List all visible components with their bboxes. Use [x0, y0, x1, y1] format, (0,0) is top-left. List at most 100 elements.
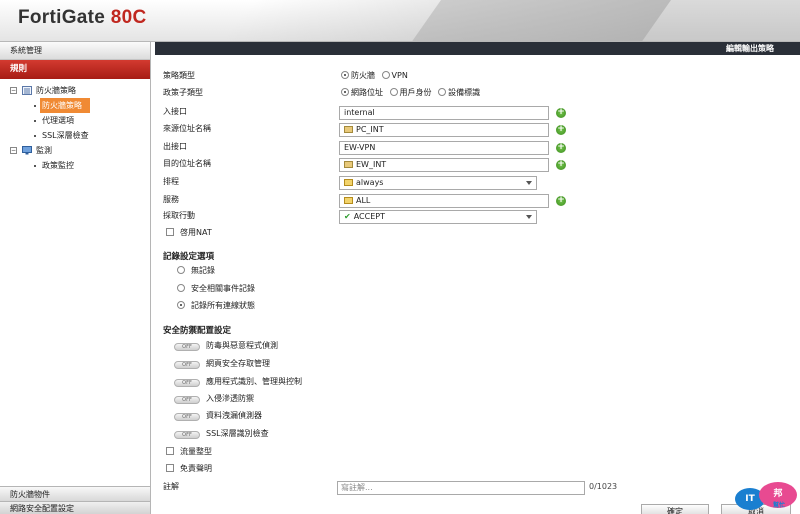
tree-branch-dot [34, 105, 36, 107]
policy-subtype-label: 政策子類型 [163, 88, 203, 97]
tree-ssl-inspection[interactable]: SSL深層檢查 [0, 128, 150, 143]
radio-label: 設備標識 [448, 88, 481, 97]
policy-type-radios: 防火牆 VPN [341, 69, 408, 83]
sidebar-section-policy[interactable]: 規則 [0, 60, 150, 79]
tree-label: 政策監控 [42, 161, 74, 170]
security-label: 網頁安全存取管理 [206, 359, 270, 368]
header-decoration-2 [377, 0, 800, 41]
address-object-icon [344, 126, 353, 133]
tree-branch-dot [34, 120, 36, 122]
appcontrol-toggle[interactable]: OFF [174, 379, 200, 387]
traffic-shaping-checkbox[interactable] [166, 447, 174, 455]
sidebar-tree: − 防火牆策略 防火牆策略 代理選項 SSL深層檢查 − 監測 政策監控 [0, 79, 150, 483]
security-label: 防毒與惡意程式偵測 [206, 341, 278, 350]
brand-name: FortiGate [18, 7, 106, 28]
logging-security-radio[interactable] [177, 284, 185, 292]
nat-label: 啓用NAT [180, 228, 212, 237]
field-value: internal [344, 108, 375, 117]
tree-label: 防火牆策略 [40, 98, 90, 113]
sidebar-section-security-profiles[interactable]: 網路安全配置設定 [0, 501, 150, 514]
security-row-antivirus: OFF 防毒與惡意程式偵測 [174, 339, 278, 353]
tree-branch-dot [34, 165, 36, 167]
incoming-interface-field[interactable]: internal [339, 106, 549, 120]
action-select[interactable]: ✔ ACCEPT [339, 210, 537, 224]
address-object-icon [344, 161, 353, 168]
app-header: FortiGate 80C [0, 0, 800, 42]
security-row-webfilter: OFF 網頁安全存取管理 [174, 357, 270, 371]
add-source-address-icon[interactable]: + [556, 125, 566, 135]
ips-toggle[interactable]: OFF [174, 396, 200, 404]
subtype-device-radio[interactable] [438, 88, 447, 96]
antivirus-toggle[interactable]: OFF [174, 343, 200, 351]
ssl-inspection-toggle[interactable]: OFF [174, 431, 200, 439]
action-label: 採取行動 [163, 211, 195, 220]
subtype-address-radio[interactable] [341, 88, 349, 96]
webfilter-toggle[interactable]: OFF [174, 361, 200, 369]
destination-address-field[interactable]: EW_INT [339, 158, 549, 172]
nat-checkbox[interactable] [166, 228, 174, 236]
source-address-field[interactable]: PC_INT [339, 123, 549, 137]
traffic-shaping-label: 流量整型 [180, 447, 212, 456]
collapse-icon[interactable]: − [10, 87, 17, 94]
tree-branch-dot [34, 135, 36, 137]
brand-logo: FortiGate 80C [18, 7, 147, 29]
disclaimer-checkbox[interactable] [166, 464, 174, 472]
radio-label: 安全相關事件記錄 [191, 284, 255, 293]
sidebar-section-system[interactable]: 系統管理 [0, 42, 150, 60]
radio-label: VPN [391, 71, 408, 80]
tree-label: SSL深層檢查 [42, 131, 89, 140]
add-incoming-interface-icon[interactable]: + [556, 108, 566, 118]
collapse-icon[interactable]: − [10, 147, 17, 154]
comment-counter: 0/1023 [589, 482, 618, 491]
service-label: 服務 [163, 195, 179, 204]
logging-heading: 記錄設定選項 [163, 252, 215, 262]
radio-label: 防火牆 [351, 71, 375, 80]
radio-label: 記錄所有連線狀態 [191, 301, 255, 310]
tree-monitor[interactable]: − 監測 [0, 143, 150, 158]
add-destination-address-icon[interactable]: + [556, 160, 566, 170]
incoming-interface-label: 入接口 [163, 107, 187, 116]
page-title: 編輯輸出策略 [155, 42, 800, 55]
schedule-select[interactable]: always [339, 176, 537, 190]
security-row-ssl: OFF SSL深層識別檢查 [174, 427, 269, 441]
add-outgoing-interface-icon[interactable]: + [556, 143, 566, 153]
radio-label: 網路位址 [351, 88, 383, 97]
service-field[interactable]: ALL [339, 194, 549, 208]
sidebar-section-firewall-objects[interactable]: 防火牆物件 [0, 486, 150, 501]
outgoing-interface-field[interactable]: EW-VPN [339, 141, 549, 155]
comment-label: 註解 [163, 482, 179, 491]
logging-none-row: 無記錄 [177, 264, 215, 278]
logging-none-radio[interactable] [177, 266, 185, 274]
security-row-dlp: OFF 資料洩漏偵測器 [174, 409, 262, 423]
disclaimer-label: 免責聲明 [180, 464, 212, 473]
dlp-toggle[interactable]: OFF [174, 413, 200, 421]
policy-type-vpn-radio[interactable] [381, 71, 390, 79]
policy-list-icon [22, 86, 32, 95]
chevron-down-icon [526, 215, 532, 219]
logging-all-radio[interactable] [177, 301, 185, 309]
tree-policy-monitor[interactable]: 政策監控 [0, 158, 150, 173]
security-label: 資料洩漏偵測器 [206, 411, 262, 420]
chevron-down-icon [526, 181, 532, 185]
schedule-label: 排程 [163, 177, 179, 186]
security-label: 應用程式識別、管理與控制 [206, 377, 302, 386]
tree-firewall-policy-item[interactable]: 防火牆策略 [0, 98, 150, 113]
main-panel: 編輯輸出策略 策略類型 防火牆 VPN 政策子類型 網路位址 用戶身份 設備標識… [155, 42, 800, 514]
field-value: ACCEPT [353, 212, 385, 221]
watermark-part-c: 幫忙 [773, 502, 786, 509]
comment-input[interactable]: 寫註解... [337, 481, 585, 495]
destination-address-label: 目的位址名稱 [163, 159, 211, 168]
security-row-appcontrol: OFF 應用程式識別、管理與控制 [174, 375, 302, 389]
subtype-user-radio[interactable] [389, 88, 398, 96]
tree-proxy-options[interactable]: 代理選項 [0, 113, 150, 128]
security-label: SSL深層識別檢查 [206, 429, 269, 438]
add-service-icon[interactable]: + [556, 196, 566, 206]
field-value: EW_INT [356, 160, 387, 169]
policy-type-label: 策略類型 [163, 71, 195, 80]
schedule-icon [344, 179, 353, 186]
field-value: PC_INT [356, 125, 384, 134]
ok-button[interactable]: 確定 [641, 504, 709, 514]
policy-type-firewall-radio[interactable] [341, 71, 349, 79]
tree-firewall-policy[interactable]: − 防火牆策略 [0, 83, 150, 98]
field-value: ALL [356, 196, 371, 205]
